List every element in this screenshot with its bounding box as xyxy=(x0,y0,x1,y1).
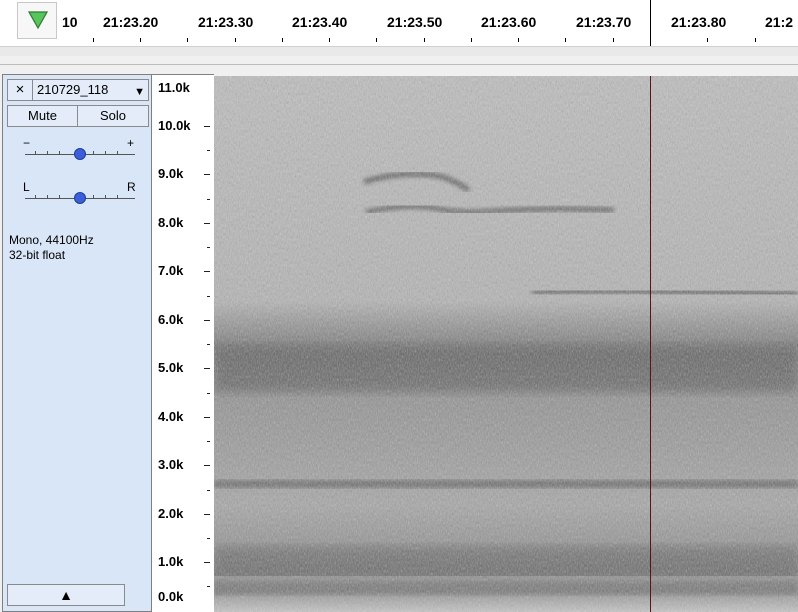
freq-tick xyxy=(204,465,210,466)
freq-minor-tick xyxy=(207,247,210,248)
freq-minor-tick xyxy=(207,199,210,200)
slider-tick xyxy=(93,195,94,198)
ruler-tick-label: 21:23.50 xyxy=(387,14,443,30)
slider-tick xyxy=(47,151,48,154)
freq-label: 3.0k xyxy=(158,457,184,472)
freq-minor-tick xyxy=(207,393,210,394)
freq-tick xyxy=(204,562,210,563)
mute-button[interactable]: Mute xyxy=(7,105,78,127)
freq-tick xyxy=(204,223,210,224)
ruler-minor-tick xyxy=(93,38,94,42)
bit-depth-text: 32-bit float xyxy=(9,248,66,262)
ruler-cursor-line xyxy=(650,0,651,46)
play-cursor-line xyxy=(650,76,651,612)
track-format-info: Mono, 44100Hz 32-bit float xyxy=(9,233,94,263)
slider-tick xyxy=(59,151,60,154)
freq-minor-tick xyxy=(207,150,210,151)
ruler-tick-label: 21:23.80 xyxy=(671,14,727,30)
slider-tick xyxy=(35,195,36,198)
chevron-down-icon: ▼ xyxy=(134,86,145,98)
slider-tick xyxy=(35,151,36,154)
track-name: 210729_118 xyxy=(37,82,109,97)
freq-label: 0.0k xyxy=(158,589,184,604)
ruler-minor-tick xyxy=(282,38,283,42)
play-head-icon xyxy=(28,11,48,29)
spectrogram-image xyxy=(214,76,798,612)
freq-tick xyxy=(204,320,210,321)
collapse-up-icon: ▲ xyxy=(59,587,73,603)
gain-minus-label: − xyxy=(23,136,31,150)
close-icon: × xyxy=(15,81,25,98)
freq-minor-tick xyxy=(207,441,210,442)
freq-label: 7.0k xyxy=(158,263,184,278)
freq-minor-tick xyxy=(207,538,210,539)
freq-label: 9.0k xyxy=(158,166,184,181)
freq-label: 1.0k xyxy=(158,554,184,569)
pan-slider[interactable]: L R xyxy=(23,180,139,207)
freq-label: 10.0k xyxy=(158,118,191,133)
freq-label: 5.0k xyxy=(158,360,184,375)
ruler-tick-label: 21:23.60 xyxy=(481,14,537,30)
separator xyxy=(0,56,798,70)
collapse-track-button[interactable]: ▲ xyxy=(7,584,125,606)
freq-label: 11.0k xyxy=(158,80,190,95)
ruler-minor-tick xyxy=(424,38,425,42)
ruler-minor-tick xyxy=(613,38,614,42)
ruler-minor-tick xyxy=(376,38,377,42)
freq-tick xyxy=(204,417,210,418)
freq-minor-tick xyxy=(207,586,210,587)
pan-slider-knob[interactable] xyxy=(74,192,86,204)
ruler-minor-tick xyxy=(565,38,566,42)
slider-tick xyxy=(105,195,106,198)
gain-slider-knob[interactable] xyxy=(74,148,86,160)
slider-tick xyxy=(105,151,106,154)
track-menu-button[interactable]: 210729_118 ▼ xyxy=(33,79,149,101)
ruler-minor-tick xyxy=(235,38,236,42)
freq-tick xyxy=(204,514,210,515)
play-head-button[interactable] xyxy=(17,2,57,39)
solo-button[interactable]: Solo xyxy=(78,105,149,127)
ruler-tick-label: 21:23.40 xyxy=(292,14,348,30)
ruler-tick-label: 21:2 xyxy=(765,14,794,30)
freq-tick xyxy=(204,174,210,175)
sample-rate-text: Mono, 44100Hz xyxy=(9,233,94,247)
ruler-minor-tick xyxy=(518,38,519,42)
gain-plus-label: + xyxy=(127,136,135,150)
slider-tick xyxy=(59,195,60,198)
pan-right-label: R xyxy=(127,180,136,194)
freq-minor-tick xyxy=(207,490,210,491)
ruler-minor-tick xyxy=(329,38,330,42)
track-control-panel[interactable]: × 210729_118 ▼ Mute Solo − + L R Mono, 4… xyxy=(2,74,152,612)
track-title-bar: × 210729_118 ▼ xyxy=(7,79,149,101)
freq-tick xyxy=(204,126,210,127)
gain-slider[interactable]: − + xyxy=(23,136,139,163)
ruler-minor-tick xyxy=(140,38,141,42)
timeline-ruler[interactable]: 10 21:23.20 21:23.30 21:23.40 21:23.50 2… xyxy=(0,0,798,57)
ruler-tick-label: 21:23.30 xyxy=(198,14,254,30)
ruler-tick-label: 21:23.70 xyxy=(576,14,632,30)
ruler-minor-tick xyxy=(471,38,472,42)
spectrogram-view[interactable] xyxy=(214,76,798,612)
freq-minor-tick xyxy=(207,344,210,345)
pan-left-label: L xyxy=(23,180,30,194)
frequency-scale[interactable]: 11.0k 10.0k 9.0k 8.0k 7.0k 6.0k 5.0k 4.0… xyxy=(152,74,214,612)
separator-line xyxy=(0,64,798,65)
slider-tick xyxy=(47,195,48,198)
slider-tick xyxy=(93,151,94,154)
freq-label: 8.0k xyxy=(158,215,184,230)
freq-label: 2.0k xyxy=(158,506,184,521)
ruler-tick-label: 10 xyxy=(62,14,78,30)
freq-label: 6.0k xyxy=(158,312,184,327)
freq-minor-tick xyxy=(207,296,210,297)
slider-tick xyxy=(117,195,118,198)
freq-tick xyxy=(204,368,210,369)
freq-tick xyxy=(204,271,210,272)
ruler-minor-tick xyxy=(707,38,708,42)
close-track-button[interactable]: × xyxy=(7,79,33,101)
ruler-minor-tick xyxy=(187,38,188,42)
ruler-minor-tick xyxy=(755,38,756,42)
slider-tick xyxy=(117,151,118,154)
freq-label: 4.0k xyxy=(158,409,184,424)
ruler-tick-label: 21:23.20 xyxy=(103,14,159,30)
